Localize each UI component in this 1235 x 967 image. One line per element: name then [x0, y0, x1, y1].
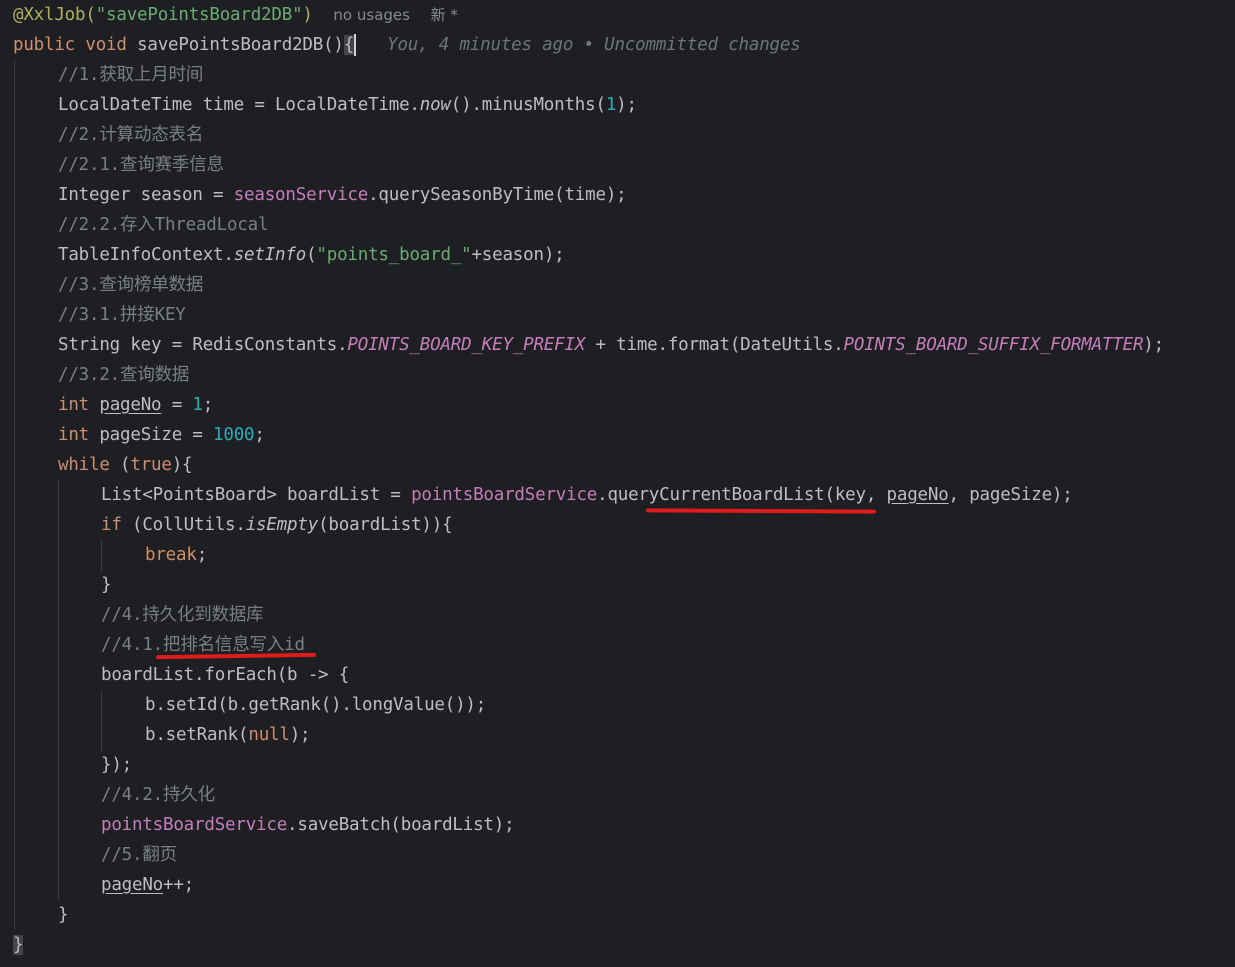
code-text: String key = RedisConstants. — [58, 335, 348, 355]
field-season-service: seasonService — [233, 185, 369, 205]
new-marker-hint[interactable]: 新 * — [431, 6, 458, 24]
indent-guide — [101, 690, 102, 752]
code-text: = — [161, 395, 193, 415]
code-text: (CollUtils. — [121, 515, 246, 535]
code-line-close-lambda[interactable]: }); — [101, 750, 132, 780]
constant-key-prefix: POINTS_BOARD_KEY_PREFIX — [347, 335, 586, 355]
variable-pageno: pageNo — [886, 485, 949, 505]
code-line-pageno[interactable]: int pageNo = 1; — [58, 390, 213, 420]
number-literal: 1000 — [213, 425, 255, 445]
indent-guide — [14, 60, 15, 930]
code-text: , pageSize); — [948, 485, 1073, 505]
comment-line: //3.查询榜单数据 — [58, 275, 204, 295]
method-name: savePointsBoard2DB — [137, 35, 324, 55]
code-text: ; — [254, 425, 265, 445]
indent-guide — [58, 480, 59, 900]
comment-line: //1.获取上月时间 — [58, 65, 204, 85]
code-text: ++; — [163, 875, 195, 895]
keyword-public: public — [13, 35, 76, 55]
code-text: ){ — [171, 455, 193, 475]
code-editor[interactable]: @XxlJob("savePointsBoard2DB") no usages … — [0, 0, 1235, 967]
text-caret — [354, 34, 357, 56]
keyword-true: true — [130, 455, 172, 475]
keyword-while: while — [58, 455, 110, 475]
code-line-close-method[interactable]: } — [13, 930, 24, 960]
close-brace: } — [13, 935, 24, 955]
field-points-board-service: pointsBoardService — [101, 815, 288, 835]
comment-line: //2.2.存入ThreadLocal — [58, 215, 269, 235]
code-line-signature[interactable]: public void savePointsBoard2DB(){ You, 4… — [13, 30, 801, 60]
code-text: TableInfoContext. — [58, 245, 234, 265]
static-method-setinfo: setInfo — [233, 245, 307, 265]
keyword-int: int — [58, 425, 90, 445]
comment-line: //5.翻页 — [101, 845, 177, 865]
code-text: .saveBatch(boardList); — [287, 815, 515, 835]
keyword-if: if — [101, 515, 122, 535]
comment-line: //2.计算动态表名 — [58, 125, 204, 145]
inline-blame[interactable]: You, 4 minutes ago • Uncommitted changes — [387, 35, 801, 55]
code-line-pagesize[interactable]: int pageSize = 1000; — [58, 420, 265, 450]
indent-guide — [101, 540, 102, 572]
string-literal: "points_board_" — [316, 245, 472, 265]
code-text: +season); — [471, 245, 565, 265]
keyword-null: null — [248, 725, 290, 745]
code-line-boardlist[interactable]: List<PointsBoard> boardList = pointsBoar… — [101, 480, 1073, 510]
code-line-context[interactable]: TableInfoContext.setInfo("points_board_"… — [58, 240, 565, 270]
annotation-token: @XxlJob( — [13, 5, 96, 25]
annotation-arg: "savePointsBoard2DB" — [95, 5, 303, 25]
code-line-close-while[interactable]: } — [58, 900, 69, 930]
usages-hint[interactable]: no usages — [333, 6, 410, 24]
code-text: ); — [1143, 335, 1164, 355]
code-text: b.setRank( — [145, 725, 249, 745]
code-text: LocalDateTime time = LocalDateTime. — [58, 95, 420, 115]
code-text: ().minusMonths( — [450, 95, 606, 115]
code-line-savebatch[interactable]: pointsBoardService.saveBatch(boardList); — [101, 810, 515, 840]
keyword-void: void — [85, 35, 127, 55]
keyword-break: break — [145, 545, 197, 565]
code-text: + time.format(DateUtils. — [585, 335, 844, 355]
static-method-now: now — [419, 95, 451, 115]
code-text: ( — [109, 455, 131, 475]
code-text: (boardList)){ — [318, 515, 453, 535]
static-method-isempty: isEmpty — [245, 515, 319, 535]
variable-pageno: pageNo — [99, 395, 162, 415]
code-line-close-brace[interactable]: } — [101, 570, 112, 600]
field-points-board-service: pointsBoardService — [411, 485, 598, 505]
code-line-while[interactable]: while (true){ — [58, 450, 193, 480]
code-text: ); — [289, 725, 311, 745]
comment-line: //4.2.持久化 — [101, 785, 215, 805]
variable-pageno: pageNo — [101, 875, 164, 895]
code-text: ; — [202, 395, 214, 415]
comment-line: //4.持久化到数据库 — [101, 605, 264, 625]
code-line-setrank[interactable]: b.setRank(null); — [145, 720, 311, 750]
red-underline-annotation — [645, 508, 877, 514]
open-brace: { — [343, 35, 355, 55]
number-literal: 1 — [605, 95, 617, 115]
code-line-time[interactable]: LocalDateTime time = LocalDateTime.now()… — [58, 90, 637, 120]
code-text: Integer season = — [58, 185, 234, 205]
code-line-foreach[interactable]: boardList.forEach(b -> { — [101, 660, 349, 690]
comment-line: //3.1.拼接KEY — [58, 305, 186, 325]
code-line-annotation[interactable]: @XxlJob("savePointsBoard2DB") no usages … — [13, 0, 458, 30]
code-text: .queryCurrentBoardList(key, — [597, 485, 887, 505]
code-line-key[interactable]: String key = RedisConstants.POINTS_BOARD… — [58, 330, 1164, 360]
code-text: ; — [196, 545, 208, 565]
code-line-if[interactable]: if (CollUtils.isEmpty(boardList)){ — [101, 510, 453, 540]
number-literal: 1 — [192, 395, 203, 415]
annotation-close: ) — [302, 5, 313, 25]
code-line-season[interactable]: Integer season = seasonService.querySeas… — [58, 180, 627, 210]
comment-line: //3.2.查询数据 — [58, 365, 190, 385]
method-parens: () — [323, 35, 344, 55]
code-text: List<PointsBoard> boardList = — [101, 485, 412, 505]
comment-line: //2.1.查询赛季信息 — [58, 155, 224, 175]
code-text: .querySeasonByTime(time); — [368, 185, 627, 205]
constant-suffix-formatter: POINTS_BOARD_SUFFIX_FORMATTER — [843, 335, 1144, 355]
code-line-setid[interactable]: b.setId(b.getRank().longValue()); — [145, 690, 486, 720]
code-line-increment[interactable]: pageNo++; — [101, 870, 194, 900]
code-text: pageSize = — [89, 425, 214, 445]
code-text: ); — [616, 95, 637, 115]
code-line-break[interactable]: break; — [145, 540, 207, 570]
keyword-int: int — [58, 395, 90, 415]
code-text: ( — [306, 245, 317, 265]
